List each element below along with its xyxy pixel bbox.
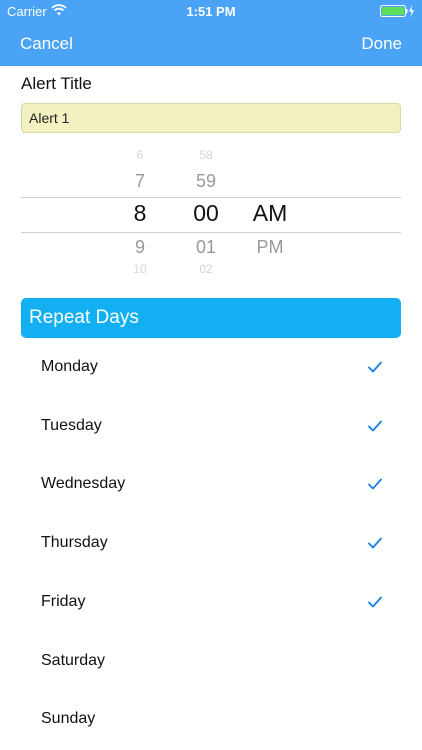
day-label: Wednesday xyxy=(41,475,126,493)
day-row-saturday[interactable]: Saturday xyxy=(21,633,401,691)
picker-hour-selected[interactable]: 8 xyxy=(110,200,170,227)
picker-hour-option[interactable]: 9 xyxy=(110,237,170,258)
check-icon xyxy=(368,420,382,432)
day-row-tuesday[interactable]: Tuesday xyxy=(21,398,401,456)
picker-period-option[interactable]: PM xyxy=(240,237,300,258)
day-row-thursday[interactable]: Thursday xyxy=(21,515,401,573)
alert-title-label: Alert Title xyxy=(21,74,92,93)
day-label: Thursday xyxy=(41,534,108,552)
cancel-button[interactable]: Cancel xyxy=(20,34,73,54)
picker-period-selected[interactable]: AM xyxy=(240,200,300,227)
picker-minute-option[interactable]: 01 xyxy=(176,237,236,258)
navigation-bar: Carrier 1:51 PM Cancel Done xyxy=(0,0,422,66)
picker-minute-selected[interactable]: 00 xyxy=(176,200,236,227)
status-bar: Carrier 1:51 PM xyxy=(0,0,422,22)
picker-minute-option[interactable]: 58 xyxy=(176,148,236,162)
nav-row: Cancel Done xyxy=(0,28,422,62)
alert-title-field[interactable] xyxy=(21,103,401,133)
day-label: Tuesday xyxy=(41,416,102,434)
check-icon xyxy=(368,361,382,373)
picker-hour-option[interactable]: 10 xyxy=(110,263,170,275)
day-row-friday[interactable]: Friday xyxy=(21,574,401,632)
day-row-monday[interactable]: Monday xyxy=(21,339,401,397)
picker-hour-option[interactable]: 7 xyxy=(110,171,170,192)
time-picker[interactable]: 6 7 8 9 10 58 59 00 01 02 AM PM xyxy=(0,148,422,278)
check-icon xyxy=(368,596,382,608)
status-time: 1:51 PM xyxy=(186,4,236,19)
day-label: Saturday xyxy=(41,651,106,669)
day-row-wednesday[interactable]: Wednesday xyxy=(21,456,401,514)
day-row-sunday[interactable]: Sunday xyxy=(21,691,401,749)
day-label: Monday xyxy=(41,358,98,375)
done-button[interactable]: Done xyxy=(361,34,402,54)
picker-minute-option[interactable]: 59 xyxy=(176,171,236,192)
check-icon xyxy=(368,478,382,490)
picker-minute-option[interactable]: 02 xyxy=(176,263,236,275)
picker-selection-bottom-line xyxy=(21,232,401,233)
day-label: Friday xyxy=(41,592,86,610)
check-icon xyxy=(368,537,382,549)
battery-icon xyxy=(380,5,414,17)
day-label: Sunday xyxy=(41,710,96,728)
picker-selection-top-line xyxy=(21,197,401,198)
repeat-days-header: Repeat Days xyxy=(21,298,401,338)
picker-hour-option[interactable]: 6 xyxy=(110,148,170,162)
